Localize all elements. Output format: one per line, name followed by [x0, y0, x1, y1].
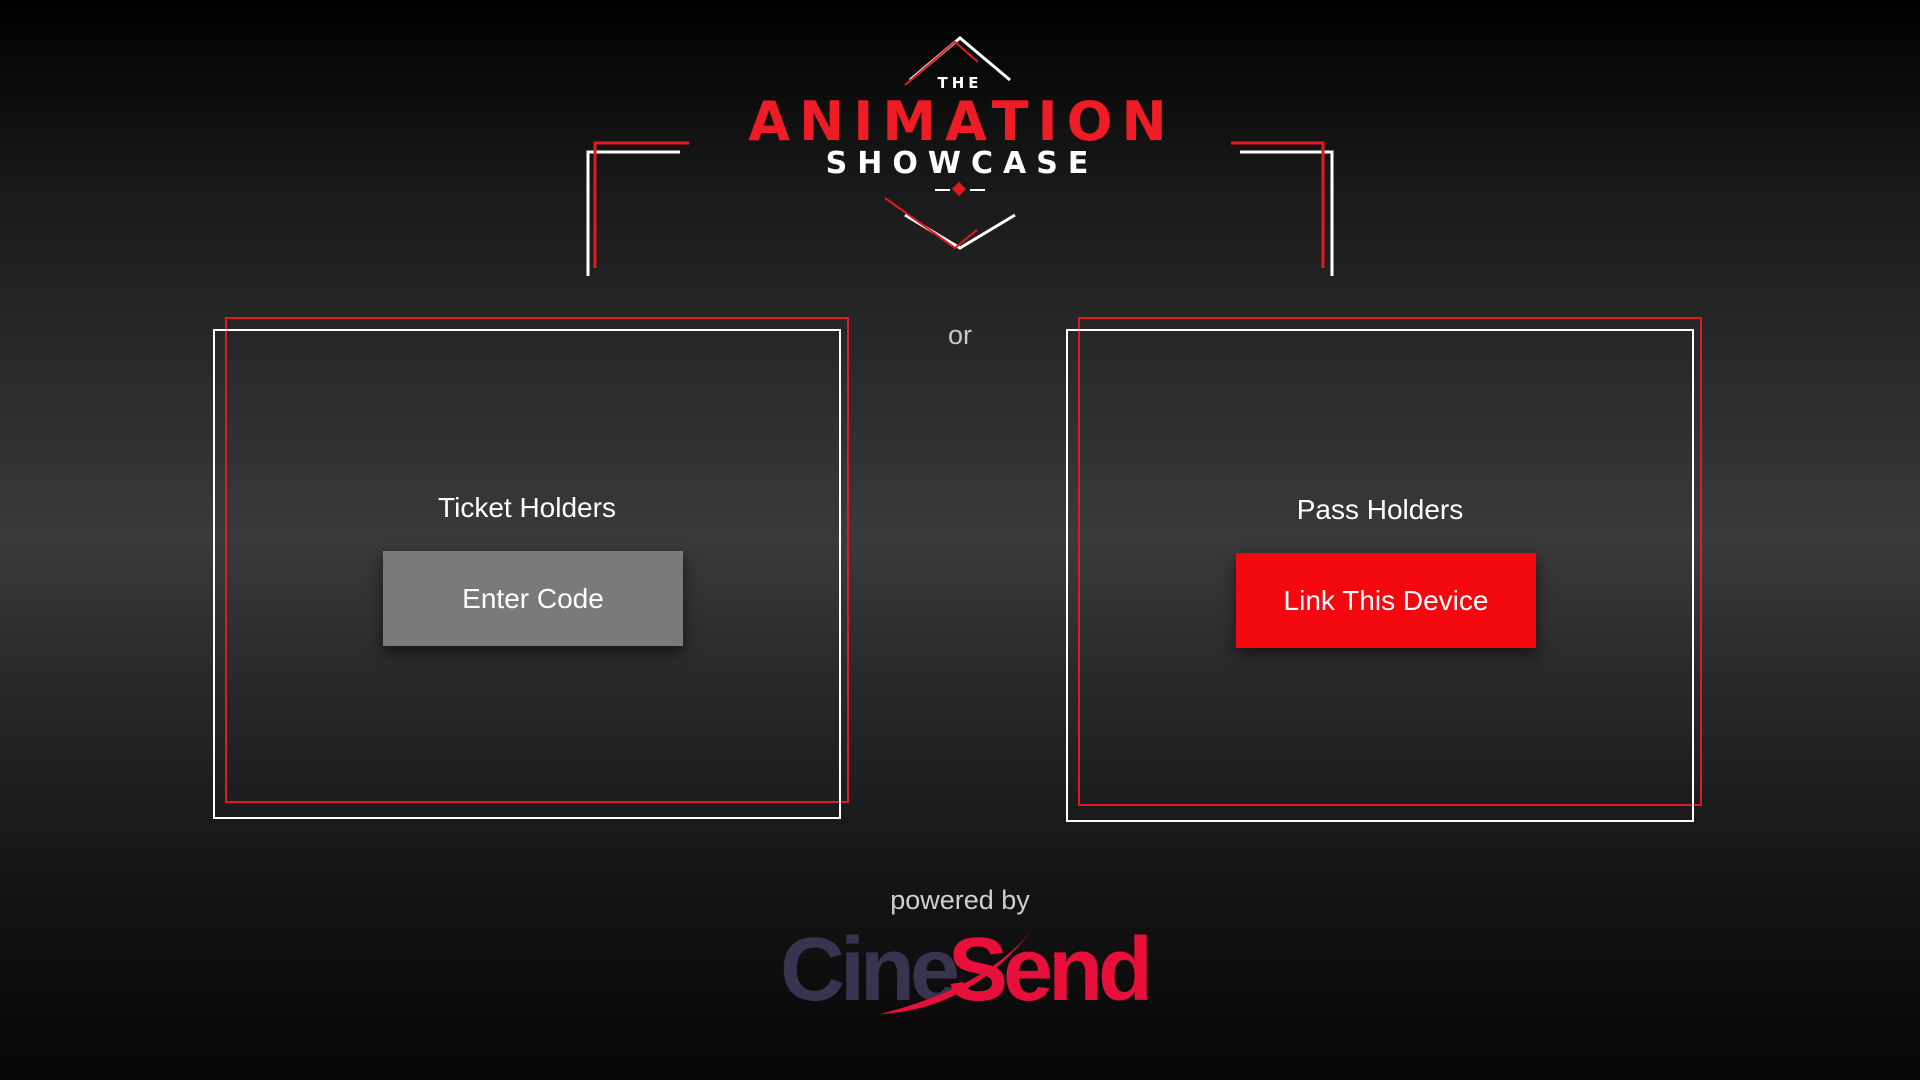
pass-holders-title: Pass Holders	[1296, 494, 1464, 525]
or-separator: or	[947, 320, 972, 350]
animation-showcase-logo: THE ANIMATION SHOWCASE	[585, 30, 1335, 290]
logo-animation-text: ANIMATION	[748, 90, 1175, 153]
link-this-device-button[interactable]: Link This Device	[1236, 553, 1536, 648]
enter-code-button[interactable]: Enter Code	[383, 551, 683, 646]
ticket-holders-title: Ticket Holders	[438, 492, 616, 523]
logo-showcase-text: SHOWCASE	[826, 146, 1099, 181]
powered-by-text: powered by	[890, 885, 1030, 915]
cinesend-logo: Cine Send	[770, 918, 1150, 1018]
ticket-holders-panel: Ticket Holders Enter Code	[213, 317, 849, 819]
brand-send-text: Send	[948, 920, 1148, 1018]
pass-holders-panel: Pass Holders Link This Device	[1066, 317, 1702, 822]
